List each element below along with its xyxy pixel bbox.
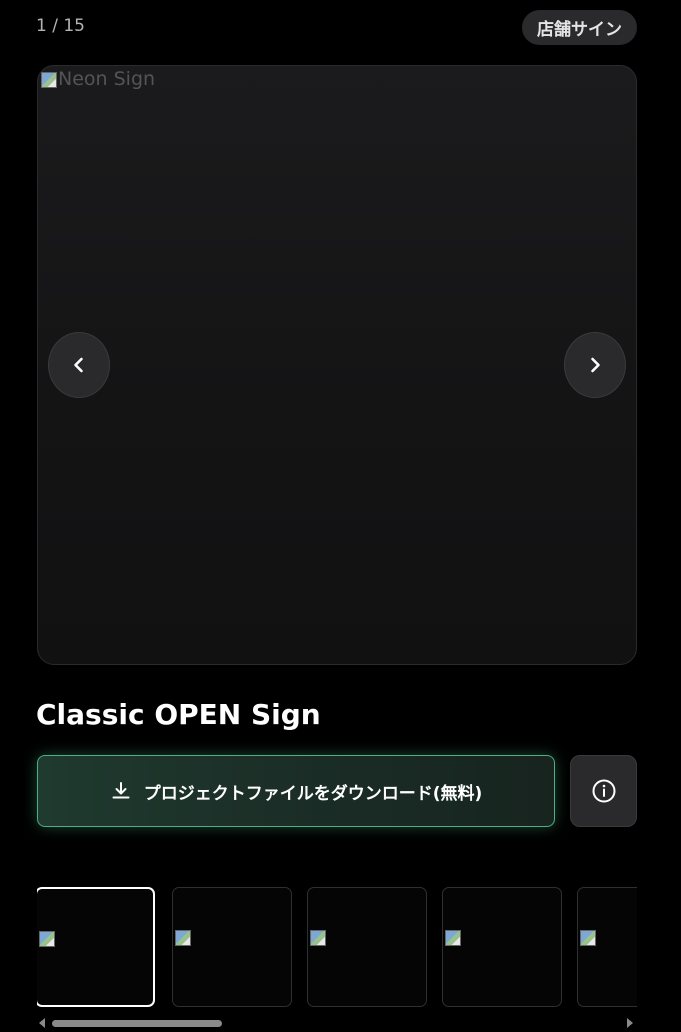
thumbnail-strip[interactable]	[37, 887, 637, 1009]
info-button[interactable]	[570, 755, 637, 827]
thumbnail-scrollbar[interactable]	[37, 1016, 637, 1030]
scroll-right-arrow-icon[interactable]	[627, 1018, 633, 1028]
broken-image-icon	[173, 928, 191, 946]
thumbnail-3[interactable]	[307, 887, 427, 1007]
chevron-right-icon	[591, 357, 600, 373]
broken-image-icon	[578, 928, 596, 946]
scrollbar-thumb[interactable]	[52, 1020, 222, 1027]
download-icon	[112, 782, 130, 799]
thumbnail-5[interactable]	[577, 887, 637, 1007]
broken-image-icon	[37, 929, 55, 947]
image-viewer: Neon Sign	[37, 65, 637, 665]
image-counter: 1 / 15	[36, 16, 85, 36]
main-image: Neon Sign	[39, 68, 155, 90]
previous-button[interactable]	[48, 332, 110, 398]
next-button[interactable]	[564, 332, 626, 398]
thumbnail-1[interactable]	[37, 887, 155, 1007]
chevron-left-icon	[74, 357, 83, 373]
download-label: プロジェクトファイルをダウンロード(無料)	[143, 783, 483, 804]
broken-image-icon	[443, 928, 461, 946]
main-image-alt: Neon Sign	[58, 68, 156, 90]
info-icon	[592, 779, 615, 803]
thumbnail-4[interactable]	[442, 887, 562, 1007]
thumbnail-2[interactable]	[172, 887, 292, 1007]
scroll-left-arrow-icon[interactable]	[39, 1018, 45, 1028]
category-badge: 店舗サイン	[522, 10, 637, 45]
broken-image-icon	[308, 928, 326, 946]
download-button[interactable]: プロジェクトファイルをダウンロード(無料)	[37, 755, 555, 827]
broken-image-icon	[39, 70, 57, 88]
item-title: Classic OPEN Sign	[36, 698, 321, 731]
